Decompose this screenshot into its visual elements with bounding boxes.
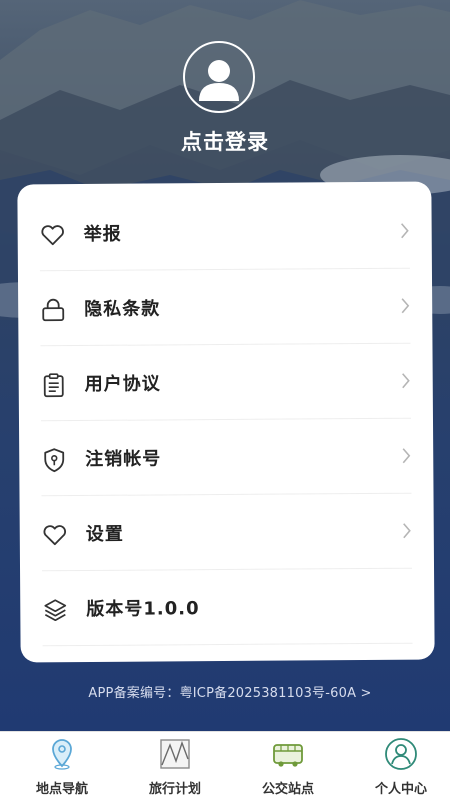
menu-item-label: 举报: [83, 223, 122, 245]
menu-item-version: 版本号1.0.0: [42, 571, 412, 646]
tab-label: 地点导航: [35, 782, 88, 797]
menu-item-user-agreement[interactable]: 用户协议: [40, 346, 410, 421]
layers-icon: [44, 599, 67, 622]
menu-item-settings[interactable]: 设置: [42, 496, 412, 571]
tab-bus-stops[interactable]: 公交站点: [232, 732, 344, 801]
bus-icon: [273, 744, 303, 767]
menu-item-label: 用户协议: [84, 373, 161, 395]
menu-item-label: 注销帐号: [85, 448, 162, 470]
clipboard-icon: [43, 373, 64, 398]
user-icon: [199, 60, 239, 101]
heart-icon: [43, 525, 66, 546]
lock-icon: [42, 298, 65, 322]
map-icon: [160, 739, 190, 769]
menu-item-report[interactable]: 举报: [39, 196, 409, 271]
tab-travel-plan[interactable]: 旅行计划: [119, 732, 231, 801]
menu-card: 举报 隐私条款 用户协议 注销帐号 设置 版本号1.0.0: [17, 181, 435, 663]
heart-icon: [41, 225, 64, 246]
tab-personal-center[interactable]: 个人中心: [345, 732, 450, 801]
version-label: 版本号1.0.0: [86, 598, 200, 620]
menu-item-delete-account[interactable]: 注销帐号: [41, 421, 411, 496]
tab-label: 公交站点: [261, 782, 314, 797]
login-button[interactable]: 点击登录: [0, 126, 450, 156]
avatar[interactable]: [183, 41, 255, 113]
user-circle-icon: [385, 738, 417, 770]
tab-label: 个人中心: [374, 782, 427, 797]
menu-item-label: 设置: [85, 523, 124, 545]
chevron-right-icon: [401, 223, 409, 239]
bottom-tab-bar: 地点导航 旅行计划 公交站点 个人中心: [0, 731, 450, 801]
menu-item-privacy[interactable]: 隐私条款: [40, 271, 410, 346]
icp-record-link[interactable]: APP备案编号：粤ICP备2025381103号-60A >: [0, 682, 450, 701]
tab-location-navigation[interactable]: 地点导航: [6, 732, 118, 801]
chevron-right-icon: [401, 298, 410, 314]
chevron-right-icon: [402, 373, 410, 389]
location-pin-icon: [52, 739, 72, 770]
menu-item-label: 隐私条款: [84, 298, 161, 320]
chevron-right-icon: [403, 523, 411, 539]
chevron-right-icon: [402, 448, 411, 464]
tab-label: 旅行计划: [148, 782, 201, 797]
shield-icon: [44, 448, 65, 473]
